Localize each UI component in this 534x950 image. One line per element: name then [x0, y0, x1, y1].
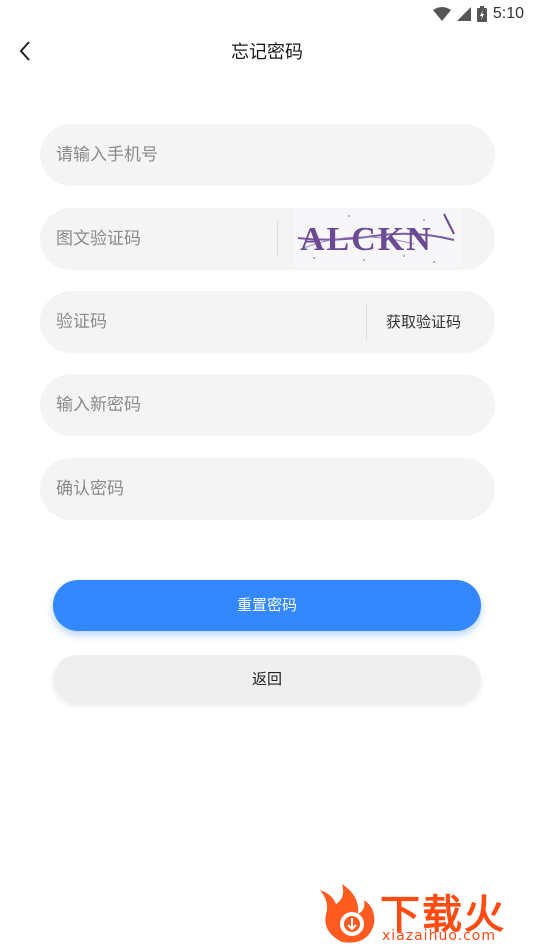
signal-icon: [456, 7, 471, 21]
flame-logo-icon: [320, 884, 375, 943]
confirm-password-field: [40, 458, 495, 520]
status-bar: 5:10: [0, 0, 534, 28]
code-divider: [366, 304, 367, 340]
wifi-icon: [432, 7, 451, 21]
reset-password-button[interactable]: 重置密码: [53, 580, 481, 631]
back-text-button[interactable]: 返回: [53, 655, 481, 703]
phone-input[interactable]: [56, 124, 476, 186]
header: 忘记密码: [0, 28, 534, 74]
battery-icon: [476, 6, 487, 22]
new-password-field: [40, 374, 495, 436]
captcha-field: ALCKN: [40, 208, 495, 270]
code-input[interactable]: [56, 291, 356, 353]
watermark: 下载火 xiazaihuo.com: [312, 878, 534, 950]
captcha-image[interactable]: ALCKN: [294, 208, 462, 268]
captcha-input[interactable]: [56, 208, 256, 270]
captcha-text: ALCKN: [300, 221, 433, 258]
watermark-url: xiazaihuo.com: [382, 928, 496, 944]
phone-field: [40, 124, 495, 186]
confirm-password-input[interactable]: [56, 458, 476, 520]
get-code-button[interactable]: 获取验证码: [386, 291, 461, 353]
captcha-divider: [277, 221, 278, 257]
page-title: 忘记密码: [231, 42, 303, 63]
status-time: 5:10: [492, 5, 524, 22]
code-field: 获取验证码: [40, 291, 495, 353]
status-icons: 5:10: [432, 4, 524, 24]
new-password-input[interactable]: [56, 374, 476, 436]
